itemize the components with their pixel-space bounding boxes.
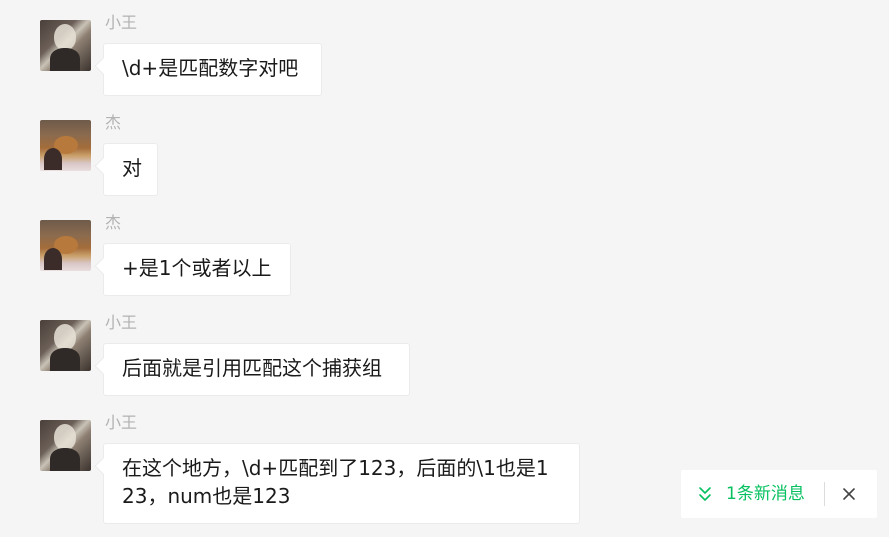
message-bubble[interactable]: 在这个地方，\d+匹配到了123，后面的\1也是1 23，num也是123 [103, 443, 580, 524]
avatar[interactable] [40, 20, 91, 71]
avatar[interactable] [40, 120, 91, 171]
message-bubble[interactable]: \d+是匹配数字对吧 [103, 43, 322, 96]
avatar[interactable] [40, 320, 91, 371]
new-message-label[interactable]: 1条新消息 [726, 482, 805, 506]
sender-name: 杰 [105, 213, 122, 232]
message-text-line: 在这个地方，\d+匹配到了123，后面的\1也是1 [122, 456, 549, 480]
sender-name: 小王 [105, 13, 138, 32]
message-bubble[interactable]: 对 [103, 143, 158, 196]
new-message-toast[interactable]: 1条新消息 [681, 470, 877, 518]
message-bubble[interactable]: +是1个或者以上 [103, 243, 291, 296]
message-text-line: 23，num也是123 [122, 484, 291, 508]
sender-name: 杰 [105, 113, 122, 132]
avatar[interactable] [40, 220, 91, 271]
close-icon[interactable] [841, 486, 857, 502]
sender-name: 小王 [105, 313, 138, 332]
double-chevron-down-icon [699, 487, 711, 501]
avatar[interactable] [40, 420, 91, 471]
message-bubble[interactable]: 后面就是引用匹配这个捕获组 [103, 343, 410, 396]
divider [824, 482, 825, 506]
chat-message-list: 小王 \d+是匹配数字对吧 杰 对 杰 +是1个或者以上 小王 后面就是引用匹配… [0, 0, 889, 537]
sender-name: 小王 [105, 413, 138, 432]
